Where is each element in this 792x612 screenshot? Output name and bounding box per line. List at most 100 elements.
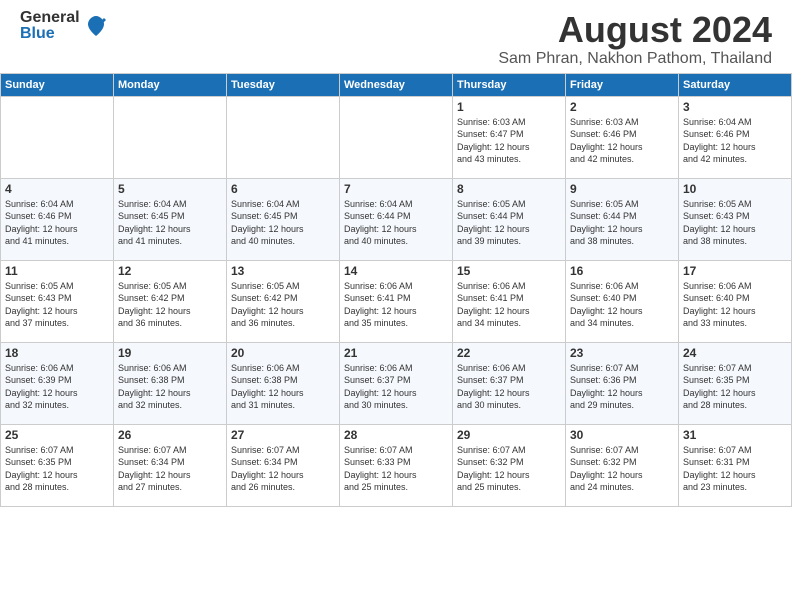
day-number: 19 bbox=[118, 346, 222, 360]
day-info: Sunrise: 6:05 AM Sunset: 6:42 PM Dayligh… bbox=[231, 280, 335, 330]
logo-text: General Blue bbox=[20, 10, 80, 42]
day-info: Sunrise: 6:06 AM Sunset: 6:41 PM Dayligh… bbox=[344, 280, 448, 330]
day-number: 25 bbox=[5, 428, 109, 442]
calendar-cell: 6 Sunrise: 6:04 AM Sunset: 6:45 PM Daylig… bbox=[227, 178, 340, 260]
day-number: 26 bbox=[118, 428, 222, 442]
day-number: 11 bbox=[5, 264, 109, 278]
calendar-cell bbox=[114, 96, 227, 178]
day-number: 10 bbox=[683, 182, 787, 196]
day-number: 15 bbox=[457, 264, 561, 278]
day-info: Sunrise: 6:04 AM Sunset: 6:45 PM Dayligh… bbox=[118, 198, 222, 248]
day-info: Sunrise: 6:05 AM Sunset: 6:43 PM Dayligh… bbox=[683, 198, 787, 248]
day-info: Sunrise: 6:06 AM Sunset: 6:40 PM Dayligh… bbox=[683, 280, 787, 330]
calendar-cell: 26 Sunrise: 6:07 AM Sunset: 6:34 PM Dayli… bbox=[114, 424, 227, 506]
day-info: Sunrise: 6:07 AM Sunset: 6:36 PM Dayligh… bbox=[570, 362, 674, 412]
title-block: August 2024 Sam Phran, Nakhon Pathom, Th… bbox=[498, 10, 772, 68]
calendar-week-5: 25 Sunrise: 6:07 AM Sunset: 6:35 PM Dayli… bbox=[1, 424, 792, 506]
day-number: 13 bbox=[231, 264, 335, 278]
calendar-cell: 9Sunrise: 6:05 AM Sunset: 6:44 PM Daylig… bbox=[566, 178, 679, 260]
calendar-cell: 18 Sunrise: 6:06 AM Sunset: 6:39 PM Dayli… bbox=[1, 342, 114, 424]
calendar-cell: 19 Sunrise: 6:06 AM Sunset: 6:38 PM Dayli… bbox=[114, 342, 227, 424]
calendar-table: SundayMondayTuesdayWednesdayThursdayFrid… bbox=[0, 73, 792, 507]
day-number: 21 bbox=[344, 346, 448, 360]
calendar-cell: 20 Sunrise: 6:06 AM Sunset: 6:38 PM Dayli… bbox=[227, 342, 340, 424]
day-info: Sunrise: 6:06 AM Sunset: 6:38 PM Dayligh… bbox=[231, 362, 335, 412]
calendar-cell: 24Sunrise: 6:07 AM Sunset: 6:35 PM Dayli… bbox=[679, 342, 792, 424]
day-number: 12 bbox=[118, 264, 222, 278]
day-number: 17 bbox=[683, 264, 787, 278]
calendar-cell bbox=[340, 96, 453, 178]
calendar-cell: 5Sunrise: 6:04 AM Sunset: 6:45 PM Daylig… bbox=[114, 178, 227, 260]
day-info: Sunrise: 6:03 AM Sunset: 6:47 PM Dayligh… bbox=[457, 116, 561, 166]
day-number: 16 bbox=[570, 264, 674, 278]
calendar-cell: 16 Sunrise: 6:06 AM Sunset: 6:40 PM Dayli… bbox=[566, 260, 679, 342]
day-info: Sunrise: 6:05 AM Sunset: 6:44 PM Dayligh… bbox=[570, 198, 674, 248]
day-number: 31 bbox=[683, 428, 787, 442]
calendar-cell: 2Sunrise: 6:03 AM Sunset: 6:46 PM Daylig… bbox=[566, 96, 679, 178]
calendar-header-row: SundayMondayTuesdayWednesdayThursdayFrid… bbox=[1, 73, 792, 96]
calendar-cell bbox=[227, 96, 340, 178]
calendar-week-1: 1 Sunrise: 6:03 AM Sunset: 6:47 PM Daylig… bbox=[1, 96, 792, 178]
calendar-cell: 1 Sunrise: 6:03 AM Sunset: 6:47 PM Daylig… bbox=[453, 96, 566, 178]
logo-blue: Blue bbox=[20, 26, 80, 42]
day-number: 20 bbox=[231, 346, 335, 360]
calendar-cell: 17 Sunrise: 6:06 AM Sunset: 6:40 PM Dayli… bbox=[679, 260, 792, 342]
calendar-cell: 14 Sunrise: 6:06 AM Sunset: 6:41 PM Dayli… bbox=[340, 260, 453, 342]
day-number: 2 bbox=[570, 100, 674, 114]
day-number: 22 bbox=[457, 346, 561, 360]
day-info: Sunrise: 6:07 AM Sunset: 6:34 PM Dayligh… bbox=[231, 444, 335, 494]
day-info: Sunrise: 6:07 AM Sunset: 6:31 PM Dayligh… bbox=[683, 444, 787, 494]
day-number: 29 bbox=[457, 428, 561, 442]
day-info: Sunrise: 6:06 AM Sunset: 6:38 PM Dayligh… bbox=[118, 362, 222, 412]
subtitle: Sam Phran, Nakhon Pathom, Thailand bbox=[498, 50, 772, 68]
calendar-cell: 23 Sunrise: 6:07 AM Sunset: 6:36 PM Dayli… bbox=[566, 342, 679, 424]
day-info: Sunrise: 6:07 AM Sunset: 6:34 PM Dayligh… bbox=[118, 444, 222, 494]
calendar-cell: 29 Sunrise: 6:07 AM Sunset: 6:32 PM Dayli… bbox=[453, 424, 566, 506]
calendar-header-friday: Friday bbox=[566, 73, 679, 96]
calendar-cell: 8Sunrise: 6:05 AM Sunset: 6:44 PM Daylig… bbox=[453, 178, 566, 260]
day-number: 30 bbox=[570, 428, 674, 442]
day-number: 6 bbox=[231, 182, 335, 196]
day-number: 14 bbox=[344, 264, 448, 278]
calendar-cell: 31 Sunrise: 6:07 AM Sunset: 6:31 PM Dayli… bbox=[679, 424, 792, 506]
day-info: Sunrise: 6:07 AM Sunset: 6:35 PM Dayligh… bbox=[5, 444, 109, 494]
calendar-cell: 28 Sunrise: 6:07 AM Sunset: 6:33 PM Dayli… bbox=[340, 424, 453, 506]
day-number: 3 bbox=[683, 100, 787, 114]
calendar-cell: 25 Sunrise: 6:07 AM Sunset: 6:35 PM Dayli… bbox=[1, 424, 114, 506]
day-number: 1 bbox=[457, 100, 561, 114]
day-number: 23 bbox=[570, 346, 674, 360]
calendar-cell bbox=[1, 96, 114, 178]
day-info: Sunrise: 6:07 AM Sunset: 6:32 PM Dayligh… bbox=[570, 444, 674, 494]
logo-general: General bbox=[20, 10, 80, 26]
calendar-header-wednesday: Wednesday bbox=[340, 73, 453, 96]
calendar-header-thursday: Thursday bbox=[453, 73, 566, 96]
day-info: Sunrise: 6:07 AM Sunset: 6:32 PM Dayligh… bbox=[457, 444, 561, 494]
day-info: Sunrise: 6:07 AM Sunset: 6:33 PM Dayligh… bbox=[344, 444, 448, 494]
day-info: Sunrise: 6:04 AM Sunset: 6:46 PM Dayligh… bbox=[683, 116, 787, 166]
calendar-cell: 22Sunrise: 6:06 AM Sunset: 6:37 PM Dayli… bbox=[453, 342, 566, 424]
calendar-cell: 15 Sunrise: 6:06 AM Sunset: 6:41 PM Dayli… bbox=[453, 260, 566, 342]
day-number: 24 bbox=[683, 346, 787, 360]
day-info: Sunrise: 6:06 AM Sunset: 6:41 PM Dayligh… bbox=[457, 280, 561, 330]
calendar-header-monday: Monday bbox=[114, 73, 227, 96]
calendar-cell: 11Sunrise: 6:05 AM Sunset: 6:43 PM Dayli… bbox=[1, 260, 114, 342]
day-info: Sunrise: 6:04 AM Sunset: 6:45 PM Dayligh… bbox=[231, 198, 335, 248]
day-info: Sunrise: 6:06 AM Sunset: 6:39 PM Dayligh… bbox=[5, 362, 109, 412]
day-info: Sunrise: 6:05 AM Sunset: 6:44 PM Dayligh… bbox=[457, 198, 561, 248]
day-number: 4 bbox=[5, 182, 109, 196]
page-container: General Blue August 2024 Sam Phran, Nakh… bbox=[0, 0, 792, 507]
day-number: 27 bbox=[231, 428, 335, 442]
calendar-week-3: 11Sunrise: 6:05 AM Sunset: 6:43 PM Dayli… bbox=[1, 260, 792, 342]
day-info: Sunrise: 6:04 AM Sunset: 6:44 PM Dayligh… bbox=[344, 198, 448, 248]
calendar-cell: 27 Sunrise: 6:07 AM Sunset: 6:34 PM Dayli… bbox=[227, 424, 340, 506]
main-title: August 2024 bbox=[498, 10, 772, 50]
calendar-header-tuesday: Tuesday bbox=[227, 73, 340, 96]
day-info: Sunrise: 6:06 AM Sunset: 6:40 PM Dayligh… bbox=[570, 280, 674, 330]
calendar-header-sunday: Sunday bbox=[1, 73, 114, 96]
calendar-cell: 30 Sunrise: 6:07 AM Sunset: 6:32 PM Dayli… bbox=[566, 424, 679, 506]
day-info: Sunrise: 6:05 AM Sunset: 6:42 PM Dayligh… bbox=[118, 280, 222, 330]
day-number: 18 bbox=[5, 346, 109, 360]
day-number: 28 bbox=[344, 428, 448, 442]
calendar-cell: 21Sunrise: 6:06 AM Sunset: 6:37 PM Dayli… bbox=[340, 342, 453, 424]
calendar-cell: 3 Sunrise: 6:04 AM Sunset: 6:46 PM Daylig… bbox=[679, 96, 792, 178]
